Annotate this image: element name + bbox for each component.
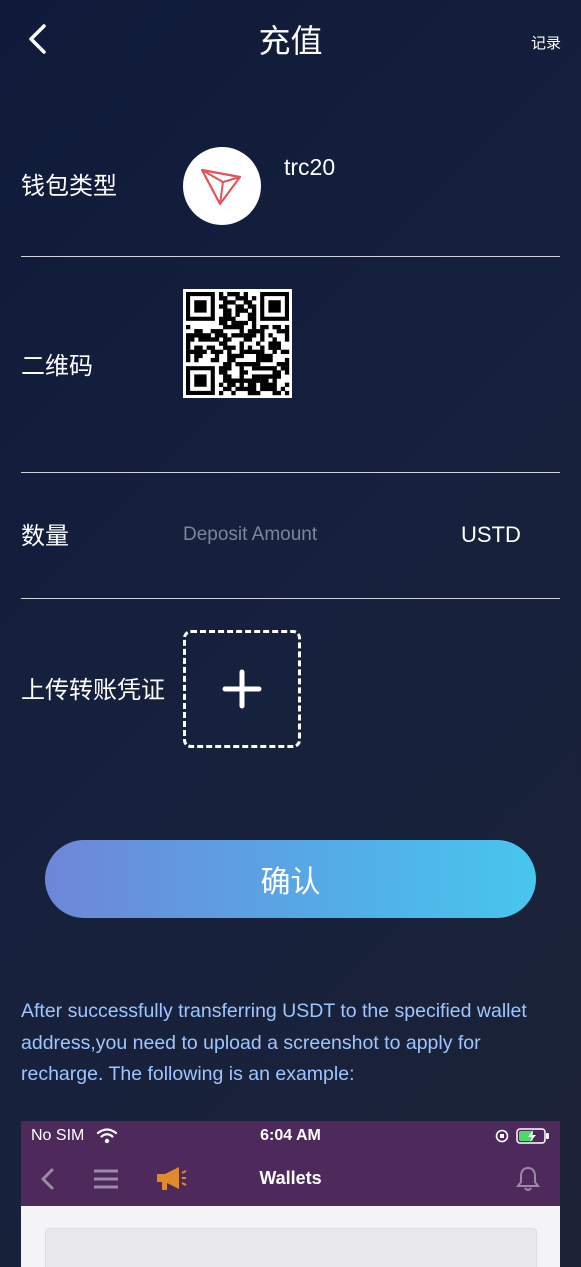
example-card xyxy=(45,1228,537,1267)
example-nav-title: Wallets xyxy=(259,1168,322,1188)
divider xyxy=(21,256,560,257)
divider xyxy=(21,472,560,473)
status-time: 6:04 AM xyxy=(260,1127,321,1144)
amount-label: 数量 xyxy=(21,523,69,550)
example-body xyxy=(21,1206,560,1267)
coin-avatar[interactable] xyxy=(183,147,261,225)
coin-name: trc20 xyxy=(284,154,336,180)
plus-icon xyxy=(222,669,262,709)
upload-label: 上传转账凭证 xyxy=(21,677,165,704)
confirm-button[interactable]: 确认 xyxy=(45,840,536,918)
example-nav-bar: Wallets xyxy=(21,1152,560,1206)
upload-proof-button[interactable] xyxy=(183,630,301,748)
tron-logo-icon xyxy=(200,168,242,206)
page-title: 充值 xyxy=(258,23,323,59)
currency-unit: USTD xyxy=(461,522,521,547)
qr-code xyxy=(183,289,292,398)
app-header: 充值 记录 xyxy=(0,0,581,80)
divider xyxy=(21,598,560,599)
battery-icon xyxy=(516,1128,549,1144)
instructions-text: After successfully transferring USDT to … xyxy=(21,1000,527,1085)
wallet-type-label: 钱包类型 xyxy=(21,173,117,200)
record-link[interactable]: 记录 xyxy=(531,32,561,53)
orientation-lock-icon xyxy=(495,1129,509,1143)
qr-label: 二维码 xyxy=(21,353,93,380)
deposit-amount-input[interactable] xyxy=(183,520,433,550)
bell-icon xyxy=(516,1166,540,1191)
qr-code-image xyxy=(186,292,290,396)
example-status-bar: No SIM 6:04 AM xyxy=(21,1121,560,1152)
example-screenshot: No SIM 6:04 AM Wallets xyxy=(21,1121,560,1267)
